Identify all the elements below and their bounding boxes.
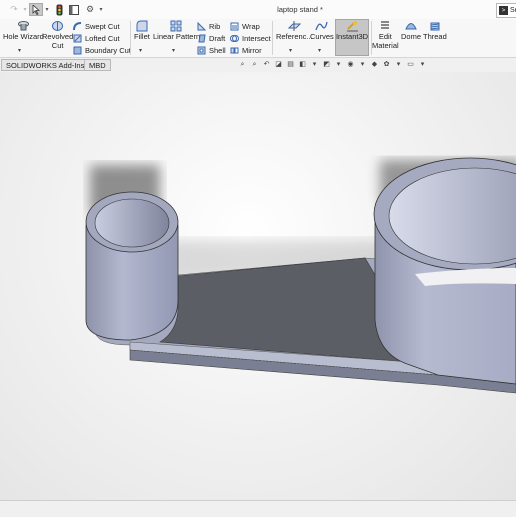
- curves-button[interactable]: Curves: [310, 20, 334, 41]
- edit-material-label-line1: Edit: [378, 32, 392, 41]
- rib-button[interactable]: Rib: [197, 21, 220, 32]
- ribbon-separator: [272, 21, 273, 55]
- section-view-icon[interactable]: ◪: [274, 60, 283, 69]
- revolved-cut-button[interactable]: Revolved Cut: [42, 20, 73, 50]
- view-orientation-icon[interactable]: ◧: [298, 60, 307, 69]
- display-style-icon[interactable]: ◩: [322, 60, 331, 69]
- hole-wizard-dropdown-icon[interactable]: ▾: [18, 47, 21, 54]
- linear-pattern-icon: [170, 20, 184, 32]
- reference-geometry-button[interactable]: Referenc...: [276, 20, 313, 41]
- display-style-dropdown-icon[interactable]: ▾: [334, 60, 343, 69]
- intersect-button[interactable]: Intersect: [230, 33, 271, 44]
- draft-label: Draft: [209, 34, 226, 43]
- previous-view-icon[interactable]: ↶: [262, 60, 271, 69]
- reference-geometry-icon: [287, 20, 301, 32]
- curves-icon: [315, 20, 329, 32]
- boundary-cut-button[interactable]: Boundary Cut: [73, 45, 131, 56]
- view-orientation-dropdown-icon[interactable]: ▾: [310, 60, 319, 69]
- mirror-icon: [230, 46, 239, 55]
- draft-button[interactable]: Draft: [197, 33, 225, 44]
- thread-label: Thread: [423, 32, 447, 41]
- apply-scene-dropdown-icon[interactable]: ▾: [394, 60, 403, 69]
- left-cylinder-bore: [94, 198, 170, 248]
- fillet-button[interactable]: Fillet: [134, 20, 150, 41]
- instant3d-label: Instant3D: [335, 32, 369, 41]
- shell-icon: [197, 46, 206, 55]
- reference-geometry-label: Referenc...: [276, 32, 313, 41]
- zoom-to-fit-icon[interactable]: ⌕: [238, 60, 247, 69]
- intersect-label: Intersect: [242, 34, 271, 43]
- curves-dropdown-icon[interactable]: ▾: [318, 47, 321, 54]
- revolved-cut-icon: [51, 20, 65, 32]
- hide-show-items-icon[interactable]: ◉: [346, 60, 355, 69]
- lofted-cut-button[interactable]: Lofted Cut: [73, 33, 120, 44]
- edit-appearance-icon[interactable]: ◆: [370, 60, 379, 69]
- intersect-icon: [230, 34, 239, 43]
- dynamic-annotation-icon[interactable]: ▤: [286, 60, 295, 69]
- tab-solidworks-addins[interactable]: SOLIDWORKS Add-Ins: [1, 59, 90, 71]
- draft-icon: [197, 34, 206, 43]
- view-settings-icon[interactable]: ▭: [406, 60, 415, 69]
- search-icon: >: [499, 6, 508, 15]
- revolved-cut-label-line1: Revolved: [42, 32, 74, 41]
- model-view: [85, 157, 516, 394]
- boundary-cut-label: Boundary Cut: [85, 46, 131, 55]
- linear-pattern-dropdown-icon[interactable]: ▾: [172, 47, 175, 54]
- graphics-area[interactable]: [0, 72, 516, 500]
- reference-dropdown-icon[interactable]: ▾: [289, 47, 292, 54]
- shell-button[interactable]: Shell: [197, 45, 226, 56]
- search-input[interactable]: > Se: [496, 3, 516, 18]
- wrap-button[interactable]: Wrap: [230, 21, 260, 32]
- rib-label: Rib: [209, 22, 221, 31]
- edit-material-button[interactable]: Edit Material: [372, 20, 399, 50]
- swept-cut-button[interactable]: Swept Cut: [73, 21, 120, 32]
- ribbon-separator: [130, 21, 131, 55]
- command-manager-ribbon: Hole Wizard ▾ Revolved Cut Swept Cut Lof…: [0, 19, 516, 57]
- zoom-to-area-icon[interactable]: ⌕: [250, 60, 259, 69]
- dome-icon: [404, 20, 418, 32]
- mirror-button[interactable]: Mirror: [230, 45, 262, 56]
- edit-material-icon: [378, 20, 392, 32]
- tab-mbd[interactable]: MBD: [84, 59, 111, 71]
- fillet-dropdown-icon[interactable]: ▾: [139, 47, 142, 54]
- search-text: Se: [510, 7, 516, 14]
- wrap-label: Wrap: [242, 22, 260, 31]
- heads-up-view-toolbar: ⌕ ⌕ ↶ ◪ ▤ ◧ ▾ ◩ ▾ ◉ ▾ ◆ ✿ ▾ ▭ ▾: [238, 59, 427, 70]
- lofted-cut-icon: [73, 34, 82, 43]
- view-settings-dropdown-icon[interactable]: ▾: [418, 60, 427, 69]
- lofted-cut-label: Lofted Cut: [85, 34, 120, 43]
- shell-label: Shell: [209, 46, 226, 55]
- hole-wizard-button[interactable]: Hole Wizard: [3, 20, 44, 41]
- thread-button[interactable]: Thread: [423, 20, 447, 41]
- title-bar: ↷ ▾ ▾ ⚙ ▾ laptop stand * > Se: [0, 0, 516, 19]
- boundary-cut-icon: [73, 46, 82, 55]
- swept-cut-label: Swept Cut: [85, 22, 120, 31]
- dome-button[interactable]: Dome: [401, 20, 421, 41]
- edit-material-label-line2: Material: [372, 41, 399, 50]
- wrap-icon: [230, 22, 239, 31]
- fillet-label: Fillet: [134, 32, 150, 41]
- instant3d-icon: [345, 20, 359, 32]
- document-title: laptop stand *: [277, 5, 323, 14]
- apply-scene-icon[interactable]: ✿: [382, 60, 391, 69]
- mirror-label: Mirror: [242, 46, 262, 55]
- thread-icon: [428, 20, 442, 32]
- instant3d-toggle[interactable]: Instant3D: [335, 19, 369, 56]
- fillet-icon: [135, 20, 149, 32]
- revolved-cut-label-line2: Cut: [51, 41, 64, 50]
- hole-wizard-label: Hole Wizard: [3, 32, 44, 41]
- rib-icon: [197, 21, 207, 31]
- linear-pattern-button[interactable]: Linear Pattern: [153, 20, 200, 41]
- dome-label: Dome: [401, 32, 422, 41]
- swept-cut-icon: [73, 22, 82, 31]
- curves-label: Curves: [310, 32, 334, 41]
- hole-wizard-icon: [16, 20, 30, 32]
- hide-show-dropdown-icon[interactable]: ▾: [358, 60, 367, 69]
- status-bar: [0, 500, 516, 517]
- linear-pattern-label: Linear Pattern: [153, 32, 201, 41]
